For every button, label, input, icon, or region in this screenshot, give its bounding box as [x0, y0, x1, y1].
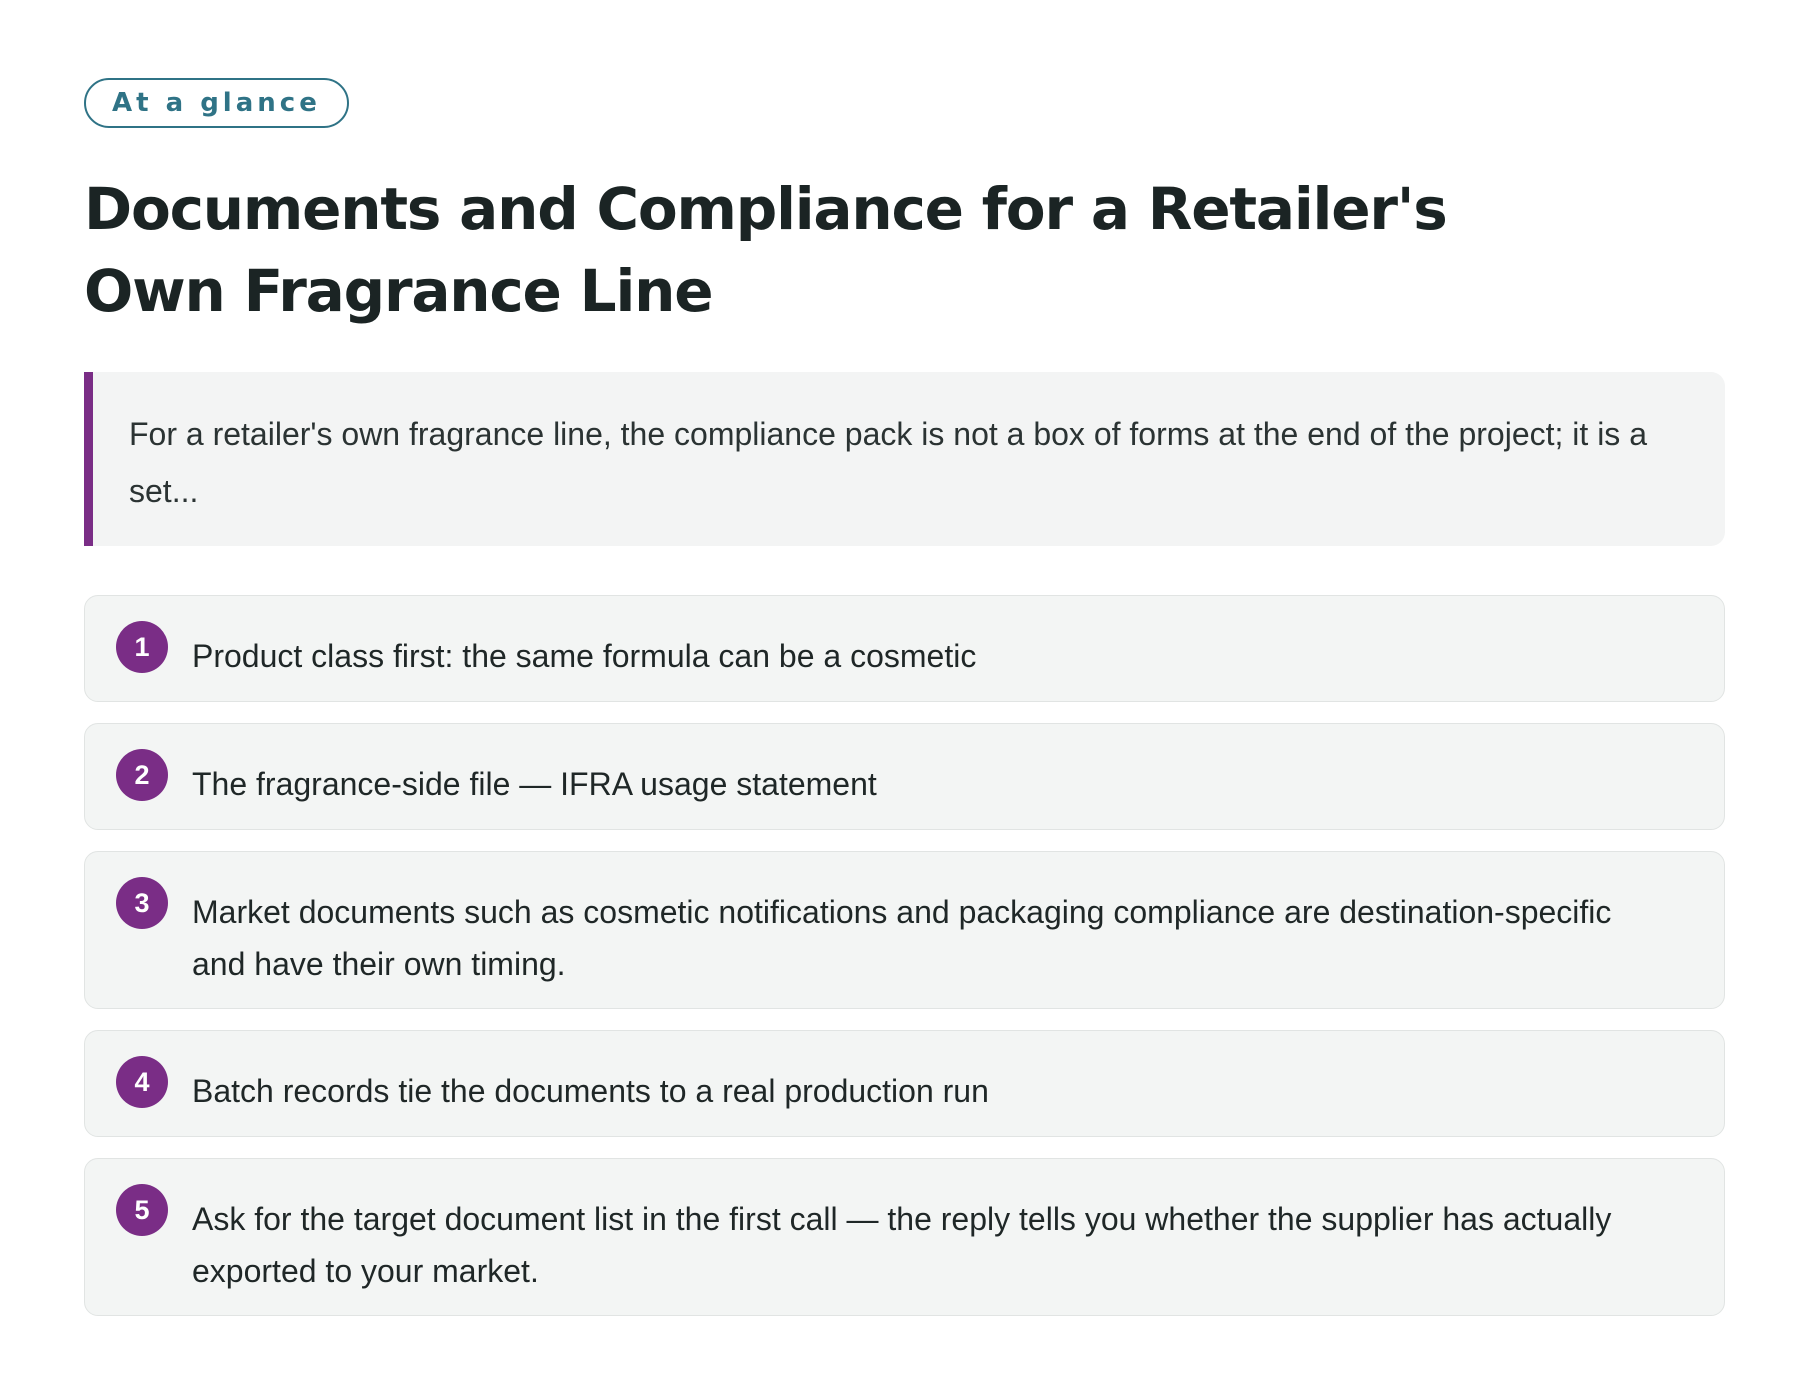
number-badge-3: 3	[116, 877, 168, 929]
number-badge-2: 2	[116, 749, 168, 801]
key-point-2: 2 The fragrance-side file — IFRA usage s…	[84, 723, 1725, 830]
key-point-text-5: Ask for the target document list in the …	[192, 1201, 1612, 1289]
key-point-text-2: The fragrance-side file — IFRA usage sta…	[192, 766, 877, 802]
key-point-text-1: Product class first: the same formula ca…	[192, 638, 977, 674]
key-point-5: 5 Ask for the target document list in th…	[84, 1158, 1725, 1316]
number-badge-1: 1	[116, 621, 168, 673]
page: At a glance Documents and Compliance for…	[84, 78, 1725, 1337]
key-point-text-4: Batch records tie the documents to a rea…	[192, 1073, 989, 1109]
key-point-3: 3 Market documents such as cosmetic noti…	[84, 851, 1725, 1009]
section-badge: At a glance	[84, 78, 349, 128]
number-badge-5: 5	[116, 1184, 168, 1236]
key-point-text-3: Market documents such as cosmetic notifi…	[192, 894, 1612, 982]
key-points-list: 1 Product class first: the same formula …	[84, 595, 1725, 1316]
key-point-4: 4 Batch records tie the documents to a r…	[84, 1030, 1725, 1137]
number-badge-4: 4	[116, 1056, 168, 1108]
summary-callout: For a retailer's own fragrance line, the…	[84, 372, 1725, 546]
key-point-1: 1 Product class first: the same formula …	[84, 595, 1725, 702]
page-title: Documents and Compliance for a Retailer'…	[84, 175, 1448, 325]
